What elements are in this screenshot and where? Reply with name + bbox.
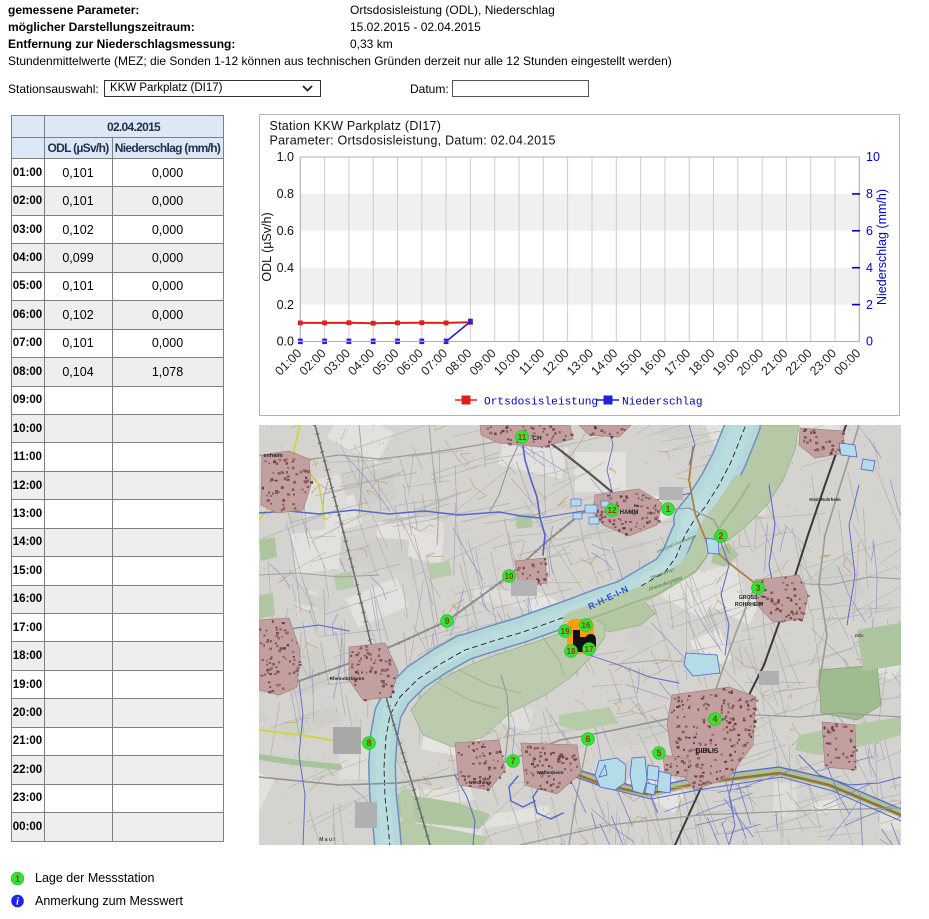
svg-text:4: 4: [866, 261, 873, 275]
svg-text:9: 9: [444, 616, 449, 626]
svg-text:Zelle: Zelle: [854, 633, 864, 638]
svg-text:8: 8: [866, 187, 873, 201]
svg-text:5: 5: [656, 748, 661, 758]
svg-text:0.4: 0.4: [277, 261, 294, 275]
svg-text:6: 6: [866, 224, 873, 238]
svg-text:Niederschlag (mm/h): Niederschlag (mm/h): [875, 189, 889, 305]
svg-text:CH: CH: [532, 435, 542, 442]
svg-text:10: 10: [866, 150, 880, 164]
svg-text:1.0: 1.0: [277, 150, 294, 164]
svg-text:Station KKW Parkplatz (DI17): Station KKW Parkplatz (DI17): [270, 119, 442, 133]
svg-text:19: 19: [561, 627, 570, 636]
svg-text:3: 3: [755, 583, 760, 593]
svg-text:10: 10: [505, 572, 514, 581]
svg-text:0.8: 0.8: [277, 187, 294, 201]
svg-text:7: 7: [510, 756, 515, 766]
svg-text:16: 16: [582, 621, 591, 630]
svg-text:Niederschlag: Niederschlag: [622, 397, 703, 409]
svg-text:0.0: 0.0: [277, 335, 294, 349]
svg-text:Nordheim: Nordheim: [469, 780, 491, 786]
svg-text:ROHRHEIM: ROHRHEIM: [735, 602, 763, 608]
svg-text:BIBLIS: BIBLIS: [696, 748, 719, 755]
svg-text:0: 0: [866, 335, 873, 349]
svg-text:8: 8: [366, 738, 371, 748]
svg-text:Parameter: Ortsdosisleistung,: Parameter: Ortsdosisleistung, Datum: 02.…: [270, 134, 556, 148]
svg-text:11: 11: [518, 433, 527, 442]
svg-text:i: i: [16, 897, 19, 908]
svg-text:4: 4: [712, 714, 717, 724]
svg-text:2: 2: [718, 531, 723, 541]
svg-text:1: 1: [665, 504, 670, 514]
svg-text:ODL (µSv/h): ODL (µSv/h): [260, 212, 274, 281]
svg-text:17: 17: [585, 645, 594, 654]
svg-text:1: 1: [15, 874, 20, 884]
svg-text:GROSS-: GROSS-: [739, 595, 760, 601]
svg-text:6: 6: [585, 734, 590, 744]
svg-text:2: 2: [866, 298, 873, 312]
svg-text:12: 12: [608, 506, 617, 515]
svg-text:Wattenheim: Wattenheim: [536, 770, 563, 776]
svg-text:Rheindürkheim: Rheindürkheim: [330, 676, 365, 682]
svg-text:0.2: 0.2: [277, 298, 294, 312]
svg-text:Ortsdosisleistung: Ortsdosisleistung: [484, 397, 598, 409]
svg-text:Klein-Rohrheim: Klein-Rohrheim: [809, 497, 840, 502]
svg-text:M a u l: M a u l: [319, 837, 335, 843]
svg-text:HAMM: HAMM: [620, 510, 639, 516]
svg-text:0.6: 0.6: [277, 224, 294, 238]
svg-text:enheim: enheim: [263, 453, 282, 459]
svg-text:18: 18: [567, 647, 576, 656]
